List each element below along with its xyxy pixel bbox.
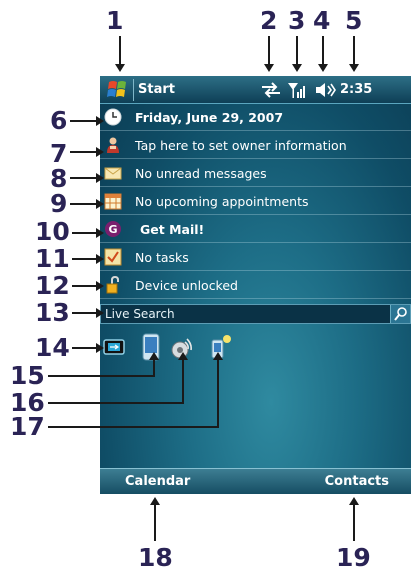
calendar-icon — [104, 193, 122, 210]
getmail-icon: G — [105, 221, 121, 237]
date-text: Friday, June 29, 2007 — [135, 110, 284, 125]
owner-info-row[interactable]: Tap here to set owner information — [100, 132, 411, 159]
leader-17-arrow — [213, 352, 223, 360]
appointments-row[interactable]: No upcoming appointments — [100, 188, 411, 215]
appointments-text: No upcoming appointments — [135, 194, 309, 209]
getmail-row[interactable]: G Get Mail! — [100, 216, 411, 243]
leader-15-arrow — [149, 352, 159, 360]
callout-5: 5 — [345, 6, 363, 35]
live-search-label: Live Search — [105, 307, 175, 321]
messages-row[interactable]: No unread messages — [100, 160, 411, 187]
callout-1: 1 — [106, 6, 124, 35]
leader-3 — [296, 36, 298, 66]
leader-7 — [70, 151, 98, 153]
callout-13: 13 — [35, 298, 70, 327]
device-lock-text: Device unlocked — [135, 278, 238, 293]
contacts-softkey[interactable]: Contacts — [325, 474, 389, 489]
getmail-text: Get Mail! — [140, 222, 205, 237]
envelope-icon — [104, 167, 122, 180]
clock-icon — [104, 108, 122, 126]
speaker-icon[interactable] — [314, 81, 336, 99]
clock-time[interactable]: 2:35 — [340, 82, 372, 97]
leader-7-arrow — [96, 147, 104, 157]
task-check-icon — [104, 248, 122, 266]
callout-9: 9 — [50, 189, 68, 218]
search-button[interactable] — [390, 305, 410, 323]
leader-14 — [72, 347, 98, 349]
leader-9-arrow — [96, 199, 104, 209]
leader-6 — [70, 120, 98, 122]
leader-9 — [70, 203, 98, 205]
leader-15 — [48, 375, 154, 377]
leader-12 — [72, 285, 98, 287]
callout-19: 19 — [336, 543, 371, 571]
tasks-row[interactable]: No tasks — [100, 244, 411, 271]
sync-arrows-icon[interactable] — [260, 81, 282, 99]
leader-8-arrow — [96, 173, 104, 183]
windows-logo-icon — [107, 81, 126, 97]
leader-4-arrow — [318, 64, 328, 72]
leader-18-arrow — [150, 497, 160, 505]
callout-15: 15 — [10, 361, 45, 390]
leader-10 — [72, 232, 98, 234]
owner-text: Tap here to set owner information — [135, 138, 347, 153]
leader-2-arrow — [264, 64, 274, 72]
tasks-text: No tasks — [135, 250, 189, 265]
device-lock-row[interactable]: Device unlocked — [100, 272, 411, 299]
leader-3-arrow — [292, 64, 302, 72]
leader-19 — [353, 505, 355, 541]
person-icon — [107, 137, 119, 153]
leader-17-up — [217, 360, 219, 428]
leader-19-arrow — [349, 497, 359, 505]
leader-5-arrow — [349, 64, 359, 72]
leader-1-arrow — [115, 64, 125, 72]
callout-17: 17 — [10, 412, 45, 441]
leader-15-up — [153, 360, 155, 377]
today-date-row[interactable]: Friday, June 29, 2007 — [100, 104, 411, 131]
leader-14-arrow — [96, 343, 104, 353]
leader-16 — [48, 402, 183, 404]
start-separator — [133, 79, 134, 101]
start-label[interactable]: Start — [138, 82, 175, 97]
callout-10: 10 — [35, 217, 70, 246]
leader-13-arrow — [96, 308, 104, 318]
callout-3: 3 — [288, 6, 306, 35]
leader-11-arrow — [96, 254, 104, 264]
comm-manager-icon[interactable] — [103, 338, 125, 356]
calendar-softkey[interactable]: Calendar — [125, 474, 190, 489]
callout-7: 7 — [50, 139, 68, 168]
magnifier-icon — [394, 307, 407, 321]
leader-5 — [353, 36, 355, 66]
today-screen: Start 2:35 Friday, June 29, 2007 Tap her… — [100, 76, 411, 494]
callout-12: 12 — [35, 271, 70, 300]
padlock-icon — [106, 276, 119, 294]
callout-6: 6 — [50, 106, 68, 135]
leader-18 — [154, 505, 156, 541]
callout-4: 4 — [313, 6, 331, 35]
title-bar: Start 2:35 — [100, 76, 411, 104]
leader-12-arrow — [96, 281, 104, 291]
leader-6-arrow — [96, 116, 104, 126]
leader-16-arrow — [178, 352, 188, 360]
leader-2 — [268, 36, 270, 66]
leader-4 — [322, 36, 324, 66]
live-search-field[interactable]: Live Search — [100, 304, 411, 324]
leader-1 — [119, 36, 121, 66]
leader-11 — [72, 258, 98, 260]
messages-text: No unread messages — [135, 166, 267, 181]
signal-strength-icon[interactable] — [287, 81, 305, 99]
start-button[interactable] — [100, 76, 134, 104]
svg-text:G: G — [108, 223, 117, 236]
callout-14: 14 — [35, 333, 70, 362]
callout-8: 8 — [50, 164, 68, 193]
leader-10-arrow — [96, 228, 104, 238]
leader-13 — [72, 312, 98, 314]
leader-16-up — [182, 360, 184, 404]
leader-17 — [48, 426, 218, 428]
leader-8 — [70, 177, 98, 179]
softkey-bar: Calendar Contacts — [100, 468, 411, 494]
callout-2: 2 — [260, 6, 278, 35]
callout-18: 18 — [138, 543, 173, 571]
callout-11: 11 — [35, 244, 70, 273]
